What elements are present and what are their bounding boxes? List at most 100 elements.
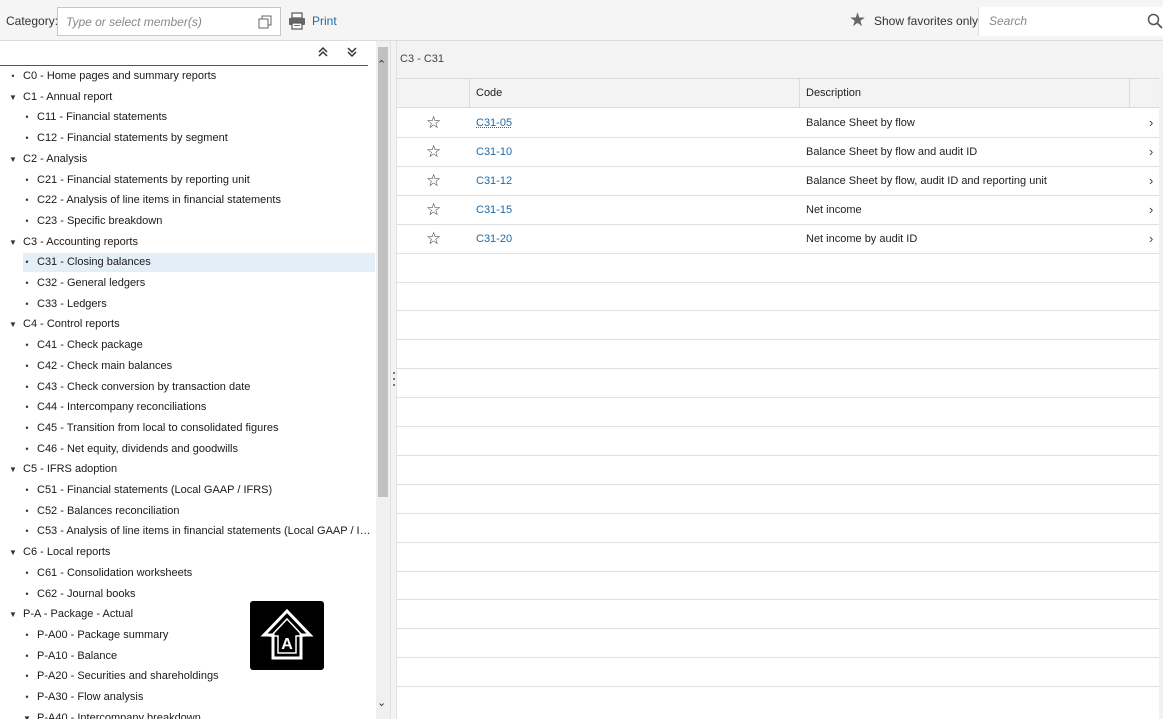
tree-item[interactable]: ▼ C4 - Control reports [9, 315, 375, 334]
table-row[interactable]: ☆ C31-12 Balance Sheet by flow, audit ID a… [397, 167, 1159, 196]
tree-item-label: C52 - Balances reconciliation [37, 504, 180, 517]
tree-item[interactable]: • C42 - Check main balances [25, 357, 375, 376]
search-icon[interactable] [1147, 13, 1163, 29]
tree-item[interactable]: • C51 - Financial statements (Local GAAP … [25, 481, 375, 500]
expand-all-icon[interactable] [344, 44, 360, 60]
tree-item[interactable]: ▼ C5 - IFRS adoption [9, 460, 375, 479]
printer-icon [289, 12, 305, 30]
tree-item[interactable]: • C44 - Intercompany reconciliations [25, 398, 375, 417]
empty-row [397, 543, 1159, 572]
expanded-caret-icon[interactable]: ▼ [8, 88, 18, 107]
print-label: Print [312, 14, 337, 28]
empty-row [397, 398, 1159, 427]
tree-scrollbar[interactable]: ⌃ ⌄ [376, 41, 390, 719]
tree-item[interactable]: • C52 - Balances reconciliation [25, 502, 375, 521]
empty-row [397, 456, 1159, 485]
tree-item[interactable]: • C33 - Ledgers [25, 295, 375, 314]
tree-item[interactable]: ▼ P-A40 - Intercompany breakdown [23, 709, 375, 719]
table-row[interactable]: ☆ C31-20 Net income by audit ID › [397, 225, 1159, 254]
column-header-code[interactable]: Code [469, 79, 799, 108]
empty-row [397, 369, 1159, 399]
empty-row [397, 514, 1159, 543]
chevron-right-icon[interactable]: › [1149, 231, 1153, 246]
tree-item[interactable]: ▼ C2 - Analysis [9, 150, 375, 169]
table-row[interactable]: ☆ C31-15 Net income › [397, 196, 1159, 225]
expanded-caret-icon[interactable]: ▼ [8, 605, 18, 624]
report-code-link[interactable]: C31-10 [476, 146, 512, 158]
search-box[interactable] [978, 7, 1163, 36]
tree-item[interactable]: • C12 - Financial statements by segment [25, 129, 375, 148]
tree-item[interactable]: • C62 - Journal books [25, 585, 375, 604]
tree-item[interactable]: • C0 - Home pages and summary reports [11, 67, 375, 86]
report-code-link[interactable]: C31-20 [476, 233, 512, 245]
tree-item[interactable]: • P-A30 - Flow analysis [25, 688, 375, 707]
scroll-down-icon[interactable]: ⌄ [377, 696, 386, 709]
grid-scrollbar[interactable] [1159, 78, 1163, 719]
category-input[interactable] [66, 14, 246, 30]
star-outline-icon[interactable]: ☆ [426, 114, 441, 132]
empty-row [397, 254, 1159, 283]
expanded-caret-icon[interactable]: ▼ [8, 233, 18, 252]
tree-item[interactable]: • C23 - Specific breakdown [25, 212, 375, 231]
star-outline-icon[interactable]: ☆ [426, 229, 441, 248]
tree-item[interactable]: • C21 - Financial statements by reporting… [25, 171, 375, 190]
leaf-bullet-icon: • [25, 505, 29, 516]
empty-row [397, 427, 1159, 456]
report-code-link[interactable]: C31-15 [476, 204, 512, 216]
collapse-all-icon[interactable] [315, 44, 331, 60]
tree-item[interactable]: ▼ C6 - Local reports [9, 543, 375, 562]
tree-item[interactable]: • P-A10 - Balance [25, 647, 375, 666]
select-members-icon[interactable] [258, 15, 272, 29]
chevron-right-icon[interactable]: › [1149, 115, 1153, 130]
expanded-caret-icon[interactable]: ▼ [8, 543, 18, 562]
search-input[interactable] [989, 14, 1139, 28]
report-description: Balance Sheet by flow, audit ID and repo… [806, 174, 1047, 187]
tree-item[interactable]: • C46 - Net equity, dividends and goodwil… [25, 440, 375, 459]
star-outline-icon[interactable]: ☆ [426, 200, 441, 219]
tree-item-label: C33 - Ledgers [37, 297, 107, 310]
tree-item-label: C23 - Specific breakdown [37, 214, 163, 227]
report-code-link[interactable]: C31-12 [476, 175, 512, 187]
leaf-bullet-icon: • [25, 588, 29, 599]
table-row[interactable]: ☆ C31-10 Balance Sheet by flow and audit I… [397, 138, 1159, 167]
category-field[interactable] [57, 7, 281, 36]
expanded-caret-icon[interactable]: ▼ [8, 315, 18, 334]
leaf-bullet-icon: • [25, 402, 29, 413]
grid-header: Code Description [397, 78, 1163, 108]
tree-item[interactable]: ▼ C3 - Accounting reports [9, 233, 375, 252]
expanded-caret-icon[interactable]: ▼ [8, 150, 18, 169]
tree-item[interactable]: • C61 - Consolidation worksheets [25, 564, 375, 583]
chevron-right-icon[interactable]: › [1149, 173, 1153, 188]
chevron-right-icon[interactable]: › [1149, 144, 1153, 159]
empty-row [397, 485, 1159, 514]
tree-item[interactable]: • C31 - Closing balances [23, 253, 375, 273]
star-outline-icon[interactable]: ☆ [426, 142, 441, 161]
tree-item[interactable]: • C43 - Check conversion by transaction d… [25, 378, 375, 397]
report-code-link[interactable]: C31-05 [476, 117, 512, 129]
star-outline-icon[interactable]: ☆ [426, 171, 441, 190]
tree-item-label: C44 - Intercompany reconciliations [37, 401, 207, 414]
upload-logo-icon: A [260, 608, 314, 660]
tree-item[interactable]: • C11 - Financial statements [25, 108, 375, 127]
tree-item[interactable]: ▼ C1 - Annual report [9, 88, 375, 107]
tree-item[interactable]: • C41 - Check package [25, 336, 375, 355]
leaf-bullet-icon: • [25, 485, 29, 495]
table-row[interactable]: ☆ C31-05 Balance Sheet by flow › [397, 109, 1159, 138]
scroll-up-icon[interactable]: ⌃ [377, 58, 386, 71]
empty-row [397, 600, 1159, 630]
tree-scrollbar-thumb[interactable] [378, 47, 388, 497]
column-header-description[interactable]: Description [799, 79, 1129, 108]
expanded-caret-icon[interactable]: ▼ [8, 460, 18, 479]
expanded-caret-icon[interactable]: ▼ [22, 709, 32, 719]
chevron-right-icon[interactable]: › [1149, 202, 1153, 217]
tree-item-label: C53 - Analysis of line items in financia… [37, 525, 374, 538]
splitter-grip-icon[interactable] [393, 371, 395, 387]
tree-item[interactable]: • C53 - Analysis of line items in financi… [25, 522, 375, 541]
tree-item[interactable]: • C32 - General ledgers [25, 274, 375, 293]
tree-item[interactable]: • C45 - Transition from local to consolid… [25, 419, 375, 438]
tree-item[interactable]: • C22 - Analysis of line items in financi… [25, 191, 375, 210]
tree-item[interactable]: • P-A00 - Package summary [25, 626, 375, 645]
tree-item-label: C32 - General ledgers [37, 277, 146, 289]
tree-item[interactable]: • P-A20 - Securities and shareholdings [25, 667, 375, 686]
panel-splitter[interactable] [390, 41, 397, 719]
